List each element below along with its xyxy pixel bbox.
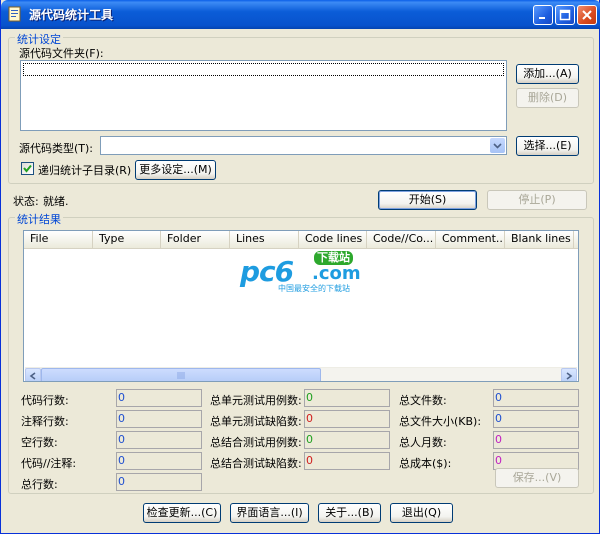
column-header-code-lines[interactable]: Code lines: [299, 231, 367, 248]
type-combobox[interactable]: [100, 136, 507, 155]
language-button[interactable]: 界面语言...(I): [230, 503, 309, 523]
total-files-value: 0: [493, 389, 579, 407]
total-size-value: 0: [493, 410, 579, 428]
exit-button[interactable]: 退出(Q): [390, 503, 453, 523]
chevron-right-icon: [566, 372, 573, 380]
column-header-comment[interactable]: Comment...: [436, 231, 505, 248]
checkmark-icon: [23, 164, 32, 173]
maximize-icon: [559, 9, 571, 21]
add-folder-button[interactable]: 添加...(A): [516, 64, 579, 84]
delete-folder-button[interactable]: 删除(D): [516, 88, 579, 108]
about-button[interactable]: 关于...(B): [318, 503, 381, 523]
blank-lines-value: 0: [116, 431, 202, 449]
scroll-left-button[interactable]: [25, 368, 41, 381]
close-icon: [582, 10, 592, 20]
code-lines-label: 代码行数:: [21, 394, 69, 407]
close-button[interactable]: [577, 5, 597, 25]
results-table[interactable]: File Type Folder Lines Code lines Code//…: [23, 230, 579, 382]
type-label: 源代码类型(T):: [19, 142, 94, 155]
unit-test-defects-label: 总单元测试缺陷数:: [210, 415, 302, 428]
person-months-value: 0: [493, 431, 579, 449]
code-comment-value: 0: [116, 452, 202, 470]
stop-button[interactable]: 停止(P): [487, 190, 587, 210]
total-size-label: 总文件大小(KB):: [399, 415, 482, 428]
recursive-checkbox[interactable]: [21, 162, 34, 175]
blank-lines-label: 空行数:: [21, 436, 58, 449]
column-header-code-comment[interactable]: Code//Co...: [367, 231, 436, 248]
select-type-button[interactable]: 选择...(E): [516, 136, 579, 156]
recursive-label[interactable]: 递归统计子目录(R): [38, 162, 131, 178]
watermark-slogan: 中国最安全的下载站: [278, 284, 350, 293]
title-bar[interactable]: 源代码统计工具: [1, 0, 600, 29]
maximize-button[interactable]: [555, 5, 575, 25]
total-lines-value: 0: [116, 473, 202, 491]
status-value: 就绪.: [43, 195, 69, 208]
window-title: 源代码统计工具: [29, 8, 114, 22]
start-button[interactable]: 开始(S): [378, 190, 477, 210]
minimize-button[interactable]: [533, 5, 553, 25]
horizontal-scrollbar[interactable]: [25, 367, 577, 381]
folder-label: 源代码文件夹(F):: [19, 47, 104, 60]
column-header-folder[interactable]: Folder: [161, 231, 230, 248]
comment-lines-value: 0: [116, 410, 202, 428]
code-lines-value: 0: [116, 389, 202, 407]
check-update-button[interactable]: 检查更新...(C): [143, 503, 221, 523]
save-button[interactable]: 保存...(V): [495, 468, 579, 488]
unit-test-cases-label: 总单元测试用例数:: [210, 394, 302, 407]
grip-icon: [177, 372, 185, 379]
more-settings-button[interactable]: 更多设定...(M): [135, 160, 216, 180]
folder-list[interactable]: [20, 60, 507, 131]
total-lines-label: 总行数:: [21, 478, 58, 491]
folder-list-focus: [23, 63, 504, 76]
unit-test-defects-value: 0: [304, 410, 390, 428]
code-comment-label: 代码//注释:: [21, 457, 77, 470]
chevron-left-icon: [29, 372, 36, 380]
integration-test-defects-label: 总结合测试缺陷数:: [210, 457, 302, 470]
comment-lines-label: 注释行数:: [21, 415, 69, 428]
unit-test-cases-value: 0: [304, 389, 390, 407]
watermark-domain: .com: [312, 263, 361, 284]
watermark-logo: pc6 下载站 .com 中国最安全的下载站: [238, 249, 378, 293]
status-label: 状态:: [13, 195, 39, 208]
minimize-icon: [539, 17, 545, 19]
chevron-down-icon: [493, 143, 502, 149]
column-header-file[interactable]: File: [24, 231, 93, 248]
column-header-type[interactable]: Type: [93, 231, 161, 248]
integration-test-cases-value: 0: [304, 431, 390, 449]
person-months-label: 总人月数:: [399, 436, 447, 449]
integration-test-defects-value: 0: [304, 452, 390, 470]
scroll-right-button[interactable]: [561, 368, 577, 381]
results-group-title: 统计结果: [15, 211, 63, 227]
scroll-thumb[interactable]: [41, 368, 321, 381]
total-cost-label: 总成本($):: [399, 457, 452, 470]
total-files-label: 总文件数:: [399, 394, 447, 407]
integration-test-cases-label: 总结合测试用例数:: [210, 436, 302, 449]
column-header-lines[interactable]: Lines: [230, 231, 299, 248]
dropdown-arrow-button[interactable]: [490, 138, 505, 153]
column-header-blank-lines[interactable]: Blank lines: [505, 231, 574, 248]
app-icon: [8, 6, 21, 22]
main-window: 源代码统计工具 统计设定 源代码文件夹(F): 添加...(A) 删除(D) 源…: [0, 0, 600, 534]
results-table-header: File Type Folder Lines Code lines Code//…: [24, 231, 578, 249]
